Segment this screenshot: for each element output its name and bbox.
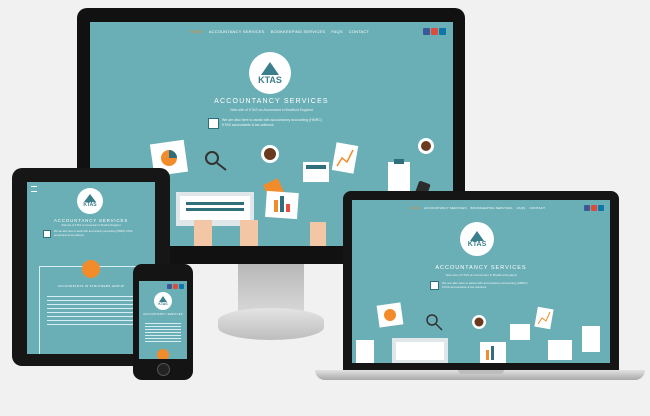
laptop-illustration [356,302,600,363]
nav-faqs[interactable]: FAQS [517,206,526,210]
laptop-logo-text: KTAS [467,240,487,248]
desktop-subtitle: Web-site of KTAS an Accountant in Bradfo… [230,108,313,112]
phone-social [167,284,184,289]
document-icon [43,230,51,238]
nav-accountancy-services[interactable]: ACCOUNTANCY SERVICES [424,206,467,210]
laptop-social [584,205,604,211]
facebook-icon[interactable] [423,28,430,35]
phone-screen: KTAS ACCOUNTANCY SERVICES [139,281,187,359]
nav-contact[interactable]: CONTACT [529,206,545,210]
chart-icon [331,142,359,174]
document-icon [208,118,219,129]
tablet-menu-icon[interactable] [31,186,37,192]
linkedin-icon[interactable] [439,28,446,35]
tablet-card-lines [47,296,135,326]
calculator-icon [303,162,329,182]
laptop-logo: KTAS [460,222,494,256]
tablet-subtitle: Web-site of KTAS an Accountant in Bradfo… [61,224,121,227]
laptop-info-text: We are also here to assist with accounta… [442,281,528,289]
desktop-info-text: We are also here to assist with accounta… [222,118,322,127]
desktop-social [423,28,446,35]
coffee-cup-icon [472,315,486,329]
laptop-screen: HOME ACCOUNTANCY SERVICES BOOKKEEPING SE… [352,200,610,363]
clipboard-icon [388,159,410,192]
desktop-logo: KTAS [249,52,291,94]
phone-home-button[interactable] [157,363,170,376]
tablet-title: ACCOUNTANCY SERVICES [53,218,129,223]
logo-triangle-icon [84,194,96,202]
clipboard-icon [582,326,600,352]
laptop-notch [458,370,504,374]
linkedin-icon[interactable] [179,284,184,289]
tablet-logo: KTAS [77,188,103,214]
logo-triangle-icon [470,230,484,241]
google-plus-icon[interactable] [173,284,178,289]
laptop-subtitle: Web-site of KTAS an Accountant in Bradfo… [445,273,517,277]
tablet-card-icon [82,260,100,278]
desktop-info: We are also here to assist with accounta… [208,118,328,129]
phone-logo: KTAS [154,292,172,310]
nav-faqs[interactable]: FAQS [331,29,342,34]
google-plus-icon[interactable] [431,28,438,35]
laptop-nav: HOME ACCOUNTANCY SERVICES BOOKKEEPING SE… [410,206,545,210]
logo-text: KTAS [258,74,282,85]
tablet-info-text: We are also here to assist with accounta… [54,230,133,237]
phone-lines [145,323,181,343]
tablet-logo-text: KTAS [83,202,97,208]
magnifier-icon [426,314,443,331]
chart-icon [534,306,554,330]
logo-triangle-icon [261,61,279,75]
coffee-cup-icon [261,145,279,163]
nav-contact[interactable]: CONTACT [349,29,369,34]
nav-home[interactable]: HOME [410,206,420,210]
phone-logo-text: KTAS [158,302,168,306]
nav-bookkeeping-services[interactable]: BOOKKEEPING SERVICES [471,206,513,210]
laptop-icon [392,338,448,363]
coffee-cup-icon [418,138,434,154]
google-plus-icon[interactable] [591,205,597,211]
facebook-icon[interactable] [584,205,590,211]
desktop-title: ACCOUNTANCY SERVICES [214,98,329,105]
document-icon [430,281,439,290]
nav-home[interactable]: HOME [190,29,203,34]
tablet-info: We are also here to assist with accounta… [43,230,139,238]
facebook-icon[interactable] [167,284,172,289]
desktop-nav: HOME ACCOUNTANCY SERVICES BOOKKEEPING SE… [190,29,369,34]
linkedin-icon[interactable] [598,205,604,211]
laptop-title: ACCOUNTANCY SERVICES [435,265,527,271]
monitor-base [218,308,324,340]
nav-accountancy-services[interactable]: ACCOUNTANCY SERVICES [209,29,265,34]
monitor-neck [238,264,304,314]
phone-card-icon [157,349,169,359]
pie-chart-icon [376,302,404,328]
nav-bookkeeping-services[interactable]: BOOKKEEPING SERVICES [271,29,326,34]
calculator-icon [510,324,530,340]
phone-title: ACCOUNTANCY SERVICES [143,313,183,316]
laptop-info: We are also here to assist with accounta… [430,281,530,290]
magnifier-icon [205,151,227,171]
